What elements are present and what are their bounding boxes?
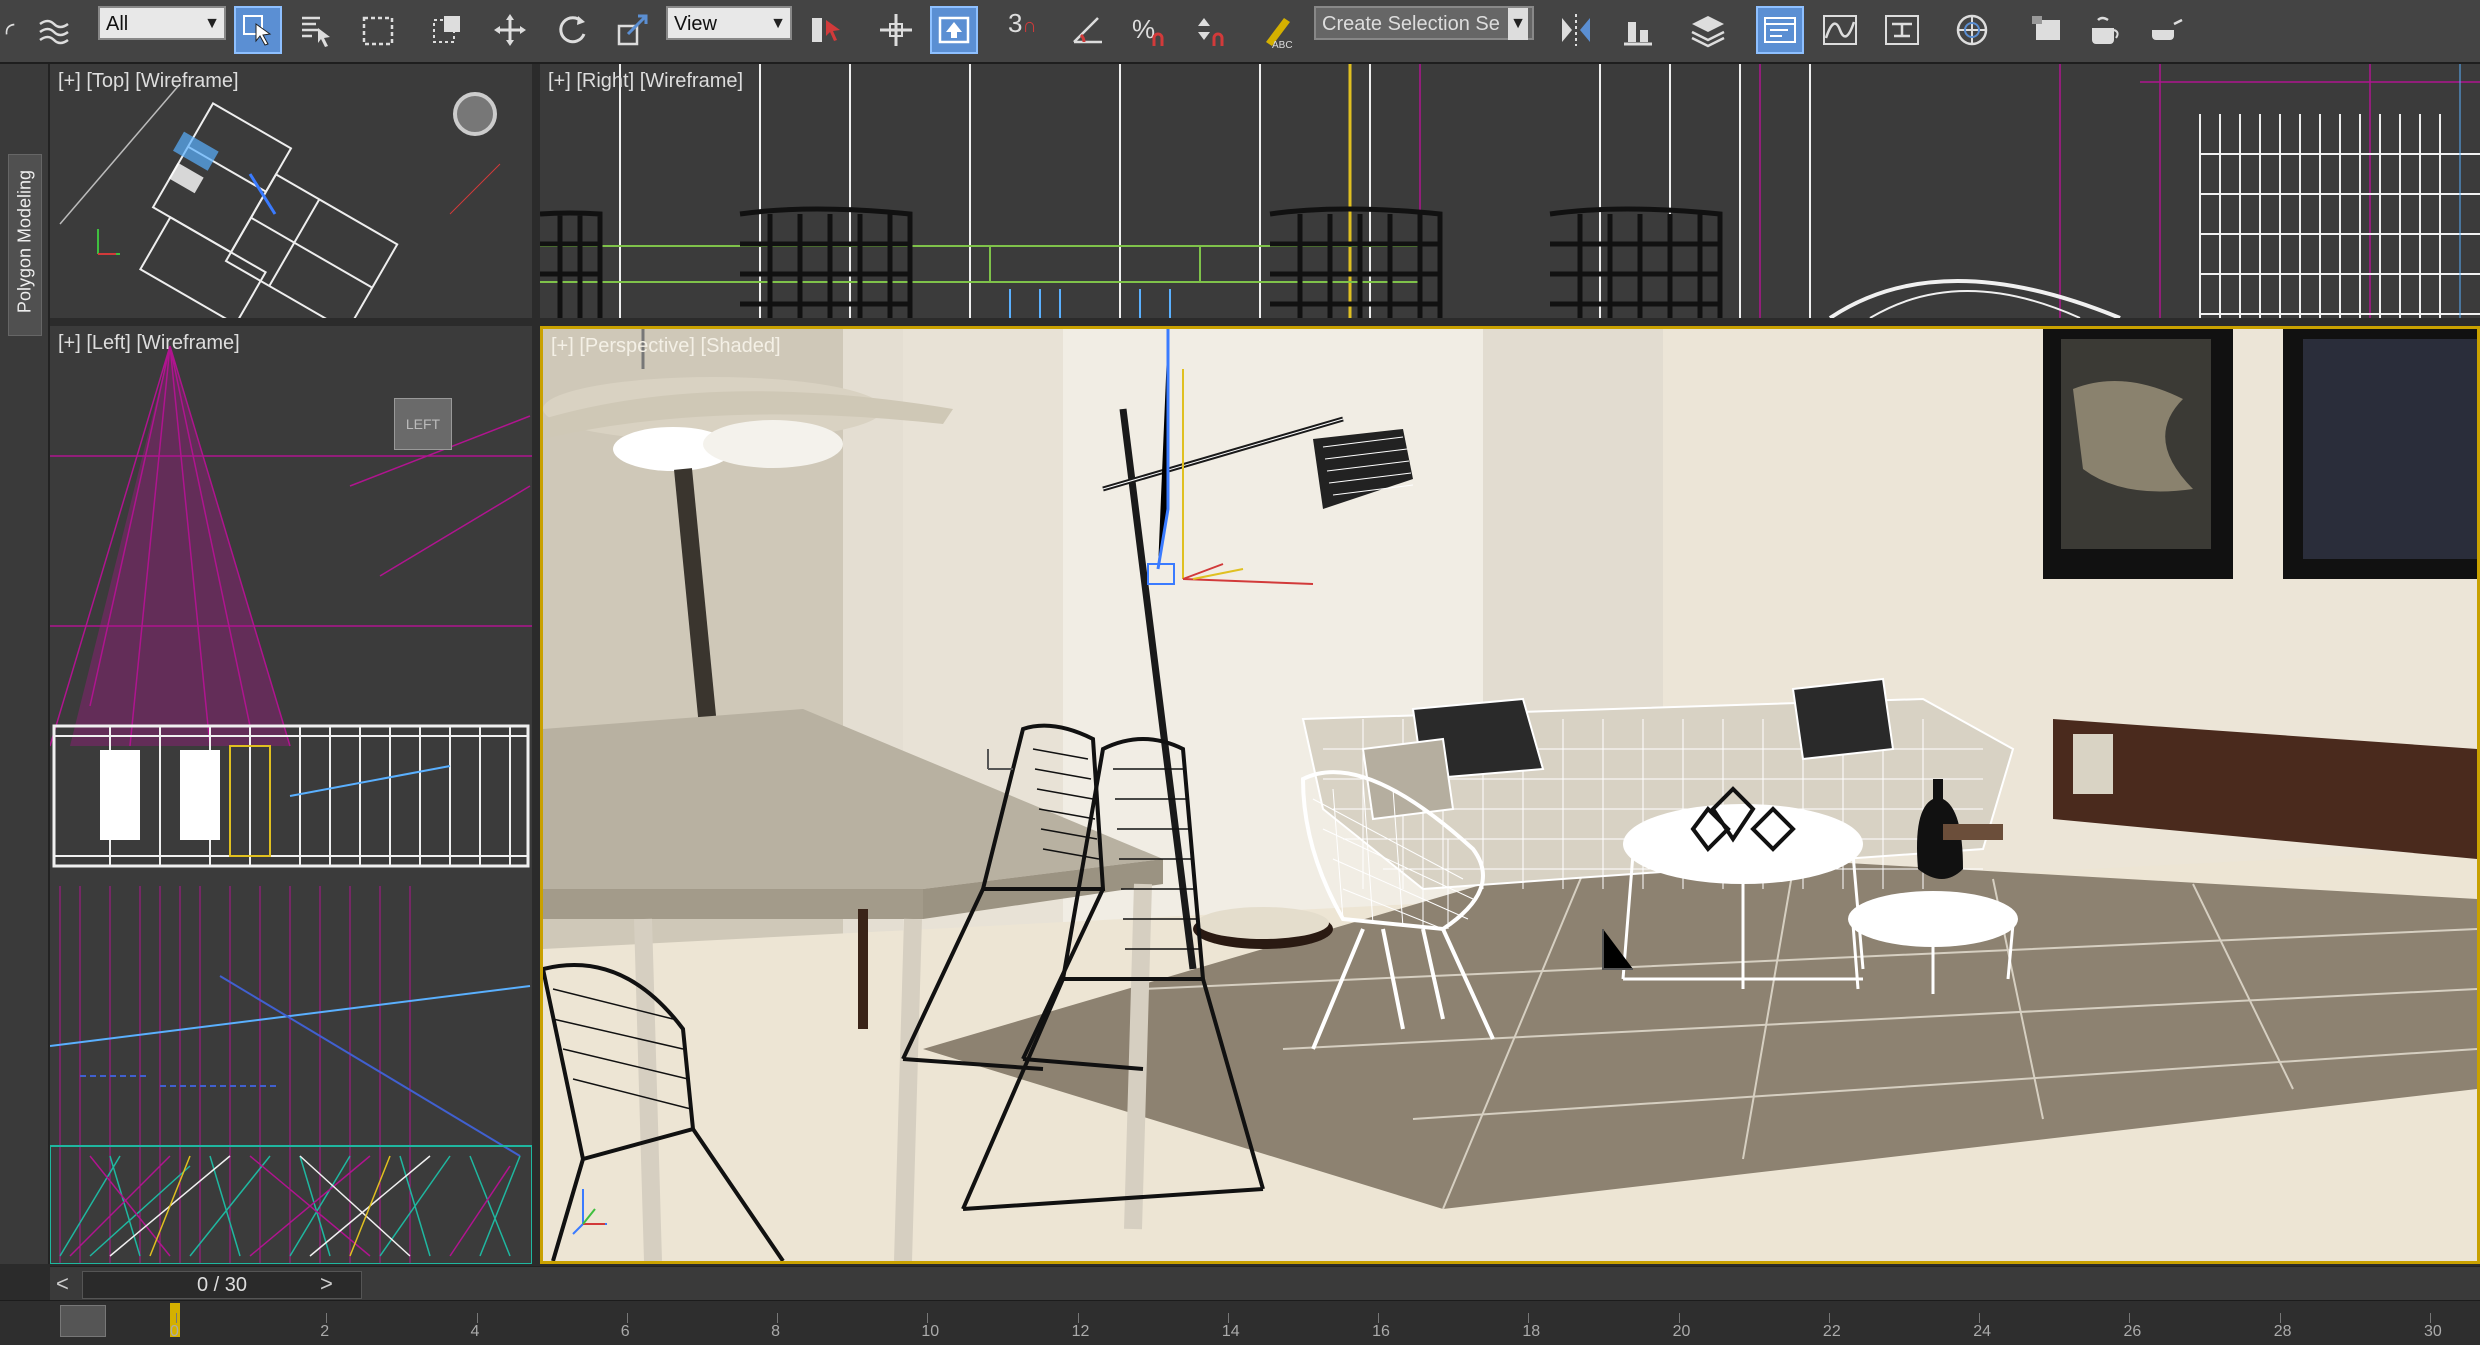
render-frame-window-icon[interactable]: [2080, 6, 2128, 54]
mirror-icon[interactable]: [1552, 6, 1600, 54]
pivot-center-icon[interactable]: [872, 6, 920, 54]
edit-named-selections-icon[interactable]: ABC: [1254, 6, 1302, 54]
timeline-tick-label: 6: [620, 1323, 630, 1340]
main-toolbar: All ▼ View ▼ 3∩ % ABC Create Selection S…: [0, 0, 2480, 64]
align-icon[interactable]: [1614, 6, 1662, 54]
viewport-left[interactable]: LEFT [+] [Left] [Wireframe]: [50, 326, 532, 1264]
viewport-perspective[interactable]: [+] [Perspective] [Shaded]: [540, 326, 2480, 1264]
angle-snap-icon[interactable]: [1064, 6, 1112, 54]
spinner-snap-icon[interactable]: [1184, 6, 1232, 54]
curve-editor-icon[interactable]: [1816, 6, 1864, 54]
select-by-name-icon[interactable]: [292, 6, 340, 54]
scale-icon[interactable]: [610, 6, 658, 54]
command-panel-strip: Polygon Modeling: [0, 64, 50, 1264]
viewport-perspective-label[interactable]: [+] [Perspective] [Shaded]: [551, 335, 781, 358]
scene-explorer-icon[interactable]: [1756, 6, 1804, 54]
left-view-wireframe: [50, 345, 532, 1264]
select-and-link-icon[interactable]: [930, 6, 978, 54]
named-selection-sets-dropdown[interactable]: Create Selection Se ▼: [1314, 6, 1534, 40]
percent-snap-icon[interactable]: %: [1124, 6, 1172, 54]
timeline-tick: [1378, 1313, 1380, 1323]
window-crossing-icon[interactable]: [424, 6, 472, 54]
previous-frame-button[interactable]: <: [56, 1271, 69, 1297]
top-view-wireframe: [59, 83, 501, 318]
timeline-tick: [2129, 1313, 2131, 1323]
timeline-tick: [1077, 1313, 1079, 1323]
polygon-modeling-tab[interactable]: Polygon Modeling: [8, 154, 42, 336]
selection-filter-dropdown[interactable]: All ▼: [98, 6, 226, 40]
mini-curve-editor-icon[interactable]: [60, 1305, 106, 1337]
timeline-tick: [1528, 1313, 1530, 1323]
timeline-tick: [777, 1313, 779, 1323]
next-frame-button[interactable]: >: [320, 1271, 333, 1297]
material-editor-icon[interactable]: [1948, 6, 1996, 54]
timeline-tick-label: 24: [1973, 1323, 1991, 1340]
viewport-right[interactable]: [+] [Right] [Wireframe]: [540, 64, 2480, 318]
undo-icon[interactable]: [0, 6, 22, 54]
timeline-tick-label: 2: [320, 1323, 330, 1340]
timeline-tick-label: 28: [2273, 1323, 2292, 1340]
timeline-tick-label: 12: [1071, 1323, 1090, 1340]
timeline-tick: [2430, 1313, 2431, 1323]
timeline-tick-label: 4: [470, 1323, 480, 1340]
timeline-tick-label: 0: [170, 1323, 179, 1340]
viewport-top-label[interactable]: [+] [Top] [Wireframe]: [58, 70, 239, 93]
viewcube-top-icon: [453, 92, 497, 136]
timeline-tick: [1227, 1313, 1229, 1323]
svg-text:%: %: [1132, 14, 1155, 44]
timeline-tick-label: 20: [1672, 1323, 1691, 1340]
perspective-scene: [543, 329, 2477, 1261]
timeline-tick-label: 8: [771, 1323, 780, 1340]
timeline-tick: [1678, 1313, 1680, 1323]
right-view-wireframe: [540, 64, 2480, 318]
viewport-right-label[interactable]: [+] [Right] [Wireframe]: [548, 70, 743, 93]
render-production-icon[interactable]: [2142, 6, 2190, 54]
track-bar[interactable]: 0 2 4 6 8 10 12 14 16 18 20 22 24 26 28 30: [0, 1300, 2480, 1345]
viewport-top[interactable]: [+] [Top] [Wireframe]: [50, 64, 532, 318]
timeline-tick: [326, 1313, 328, 1323]
timeline-tick: [476, 1313, 478, 1323]
rotate-icon[interactable]: [548, 6, 596, 54]
reference-coordinate-dropdown[interactable]: View ▼: [666, 6, 792, 40]
timeline-tick-label: 16: [1372, 1323, 1390, 1340]
timeline-tick-label: 18: [1522, 1323, 1541, 1340]
timeline-tick-label: 10: [921, 1323, 940, 1340]
timeline-tick: [176, 1313, 177, 1323]
timeline-tick-label: 22: [1822, 1323, 1841, 1340]
move-icon[interactable]: [486, 6, 534, 54]
rectangle-selection-icon[interactable]: [354, 6, 402, 54]
select-manipulate-icon[interactable]: [802, 6, 850, 54]
render-setup-icon[interactable]: [2024, 6, 2072, 54]
time-slider[interactable]: < 0 / 30 >: [50, 1266, 2480, 1301]
select-object-button[interactable]: [234, 6, 282, 54]
unlink-icon[interactable]: [30, 6, 78, 54]
svg-text:ABC: ABC: [1272, 40, 1293, 50]
timeline-tick: [626, 1313, 628, 1323]
schematic-view-icon[interactable]: [1878, 6, 1926, 54]
timeline-tick-label: 26: [2123, 1323, 2142, 1340]
viewport-left-label[interactable]: [+] [Left] [Wireframe]: [58, 332, 240, 355]
layer-explorer-icon[interactable]: [1684, 6, 1732, 54]
timeline-tick: [2279, 1313, 2281, 1323]
snaps-toggle[interactable]: 3∩: [1008, 8, 1037, 39]
timeline-tick-label: 14: [1221, 1323, 1240, 1340]
frame-readout: 0 / 30: [196, 1274, 248, 1296]
timeline-tick-label: 30: [2424, 1323, 2442, 1340]
timeline-tick: [1828, 1313, 1830, 1323]
timeline-tick: [927, 1313, 929, 1323]
timeline-tick: [1979, 1313, 1981, 1323]
viewcube-left-icon[interactable]: LEFT: [394, 398, 452, 450]
